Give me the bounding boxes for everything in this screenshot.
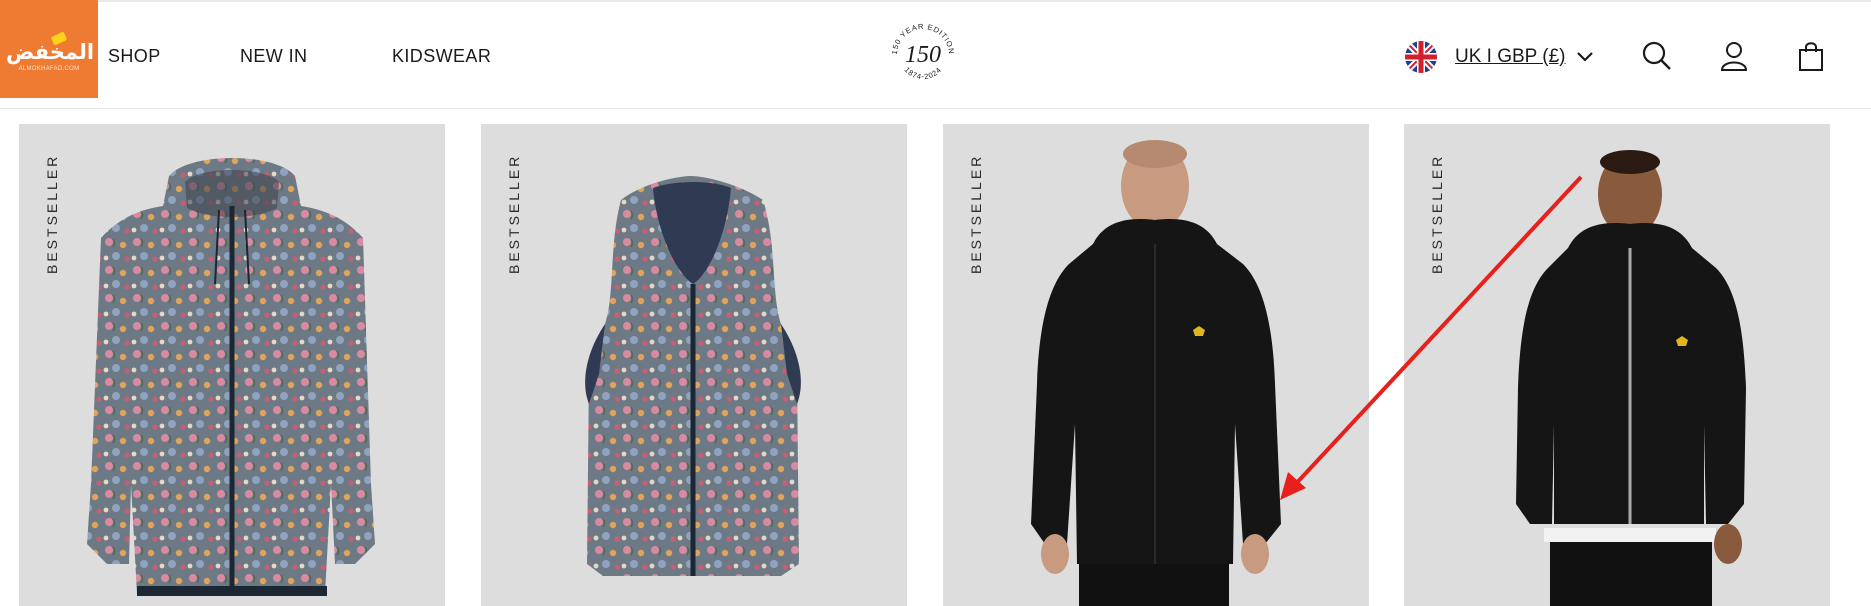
floral-gilet-image: [585, 176, 801, 576]
black-hooded-jacket-model-image: [1031, 140, 1281, 606]
search-icon[interactable]: [1641, 40, 1673, 72]
nav-shop[interactable]: SHOP: [108, 46, 161, 67]
product-card[interactable]: BESTSELLER: [943, 124, 1369, 606]
product-card[interactable]: BESTSELLER: [481, 124, 907, 606]
bag-icon[interactable]: [1795, 40, 1827, 72]
badge-text: المخفض: [6, 40, 95, 64]
bestseller-tag: BESTSELLER: [1429, 153, 1445, 274]
region-currency-selector[interactable]: UK I GBP (£): [1405, 39, 1594, 75]
header-top-border: [0, 0, 1871, 2]
product-card[interactable]: BESTSELLER: [19, 124, 445, 606]
bestseller-tag: BESTSELLER: [968, 153, 984, 274]
bestseller-tag: BESTSELLER: [44, 153, 60, 274]
region-label: UK I GBP (£): [1455, 46, 1566, 67]
almokhafad-badge[interactable]: المخفض ALMOKHAFAD.COM: [0, 0, 98, 98]
account-icon[interactable]: [1718, 40, 1750, 72]
site-header: المخفض ALMOKHAFAD.COM SHOP NEW IN KIDSWE…: [0, 0, 1871, 109]
logo-number: 150: [905, 42, 941, 68]
badge-subtext: ALMOKHAFAD.COM: [18, 66, 80, 72]
floral-hooded-jacket-image: [87, 158, 375, 596]
black-hooded-bomber-model-image: [1516, 150, 1746, 606]
150-year-edition-logo[interactable]: 150 YEAR EDITION 150 1874-2024: [886, 18, 960, 92]
chevron-down-icon: [1576, 52, 1593, 62]
bestseller-tag: BESTSELLER: [506, 153, 522, 274]
nav-kidswear[interactable]: KIDSWEAR: [392, 46, 491, 67]
product-card[interactable]: BESTSELLER: [1404, 124, 1830, 606]
nav-new-in[interactable]: NEW IN: [240, 46, 307, 67]
uk-flag-icon: [1405, 41, 1437, 73]
